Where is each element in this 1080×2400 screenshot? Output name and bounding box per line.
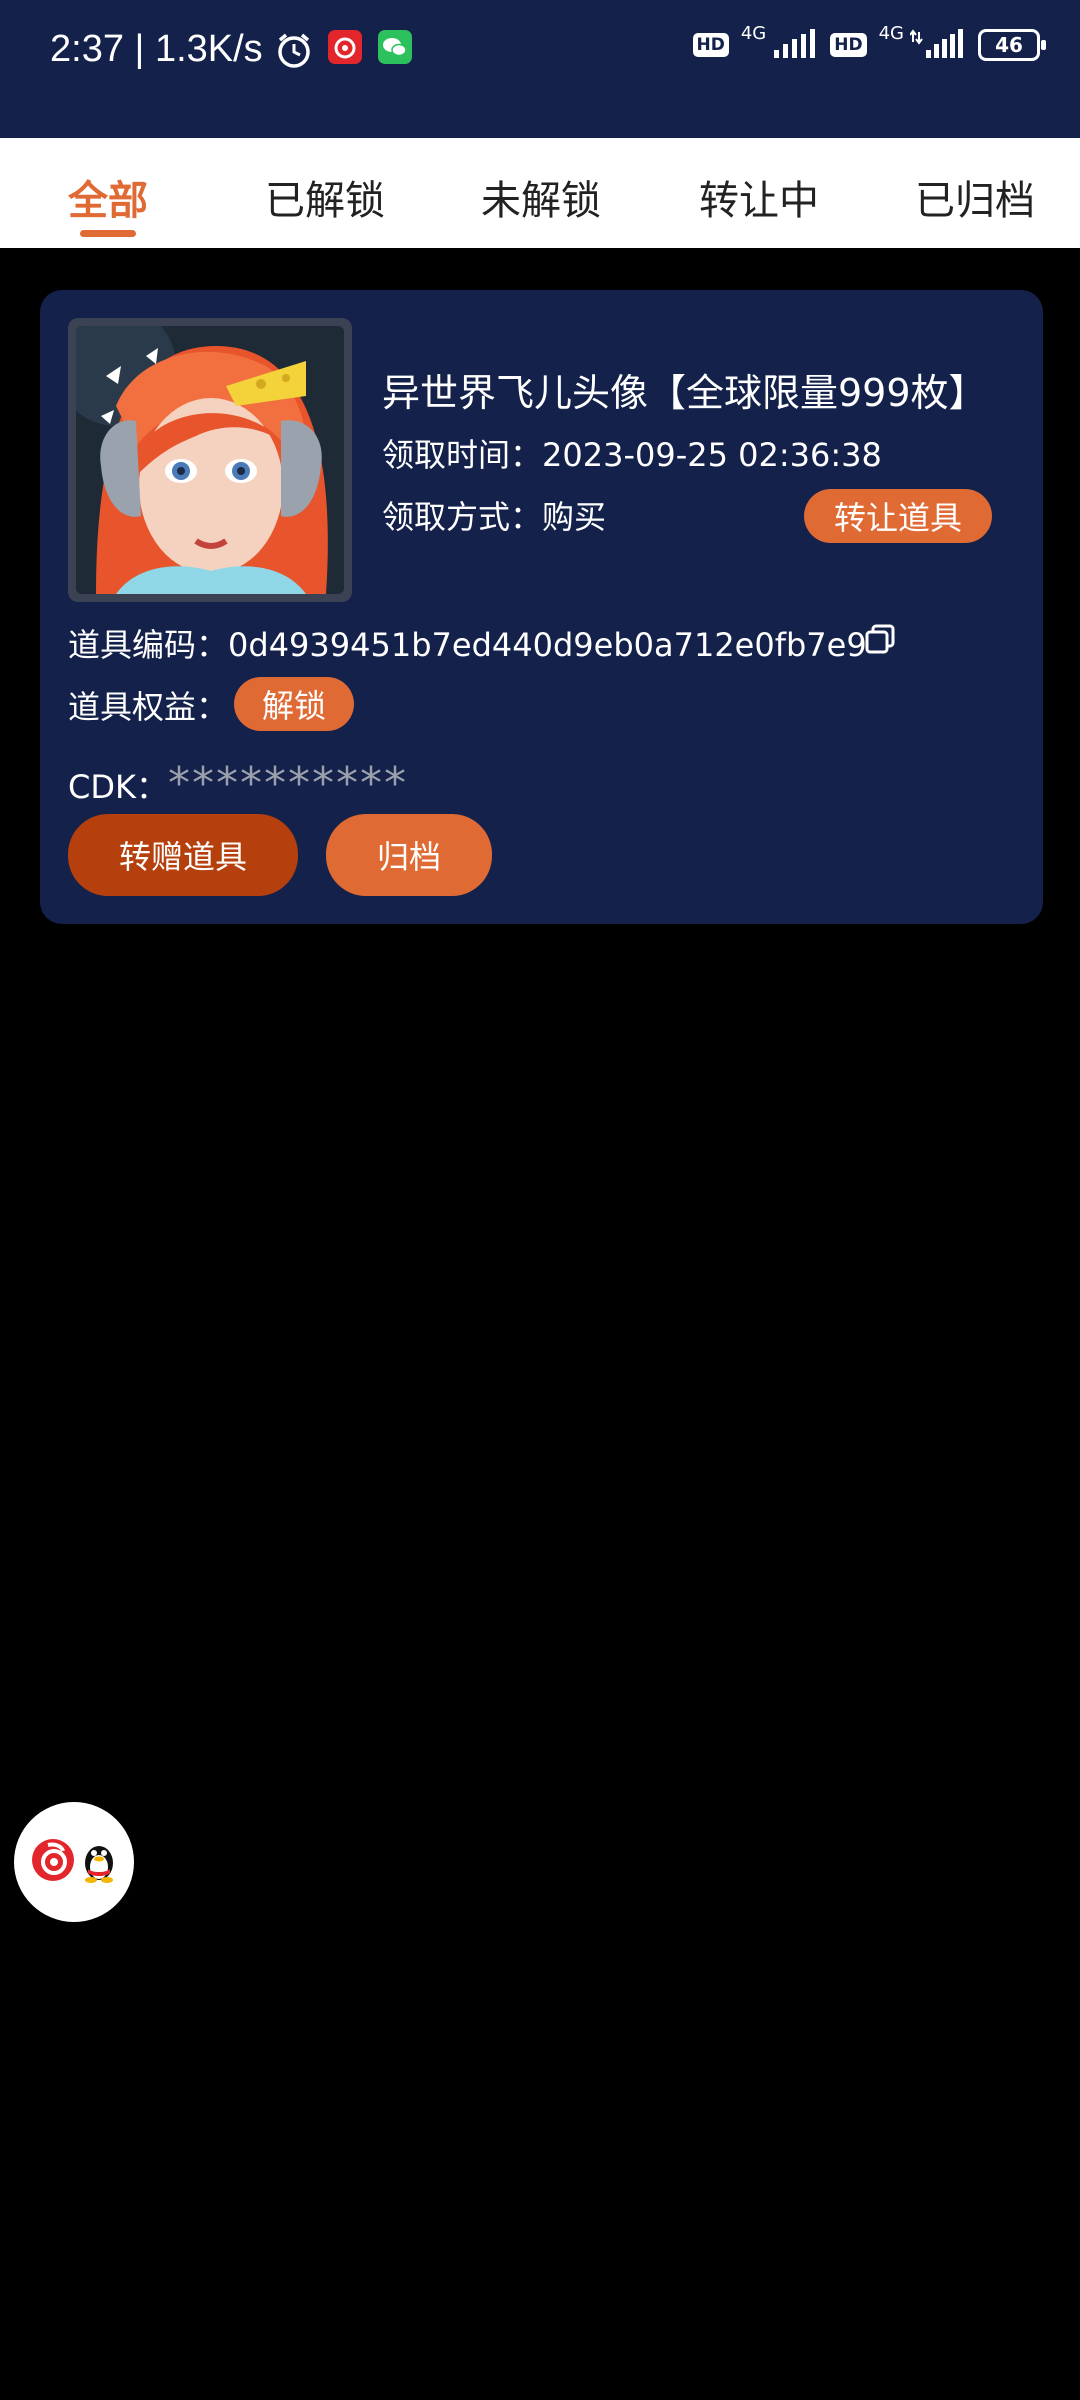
- status-bar: 2:37 | 1.3K/s HD 4G HD 4G 46: [0, 0, 1080, 138]
- status-indicators: HD 4G HD 4G 46: [692, 23, 1046, 62]
- floating-app-widget[interactable]: [14, 1802, 134, 1922]
- hd-badge-1: HD: [692, 33, 729, 57]
- cdk-row: CDK：**********: [68, 758, 408, 809]
- claim-time-row: 领取时间：2023-09-25 02:36:38: [382, 430, 882, 476]
- item-code-label: 道具编码：: [68, 626, 229, 664]
- tab-locked[interactable]: 未解锁: [481, 168, 601, 226]
- status-time: 2:37 | 1.3K/s: [50, 28, 263, 70]
- netease-music-float-icon: [30, 1837, 76, 1887]
- claim-time-label: 领取时间：: [382, 436, 543, 474]
- active-tab-indicator: [80, 230, 136, 237]
- battery-level: 46: [995, 33, 1023, 57]
- cdk-value: **********: [167, 758, 408, 809]
- archive-button[interactable]: 归档: [326, 814, 492, 896]
- network-label-1: 4G: [740, 22, 767, 44]
- tab-archived[interactable]: 已归档: [915, 168, 1035, 226]
- tab-unlocked[interactable]: 已解锁: [265, 168, 385, 226]
- filter-tabs: 全部 已解锁 未解锁 转让中 已归档: [0, 138, 1080, 248]
- claim-method-value: 购买: [542, 498, 607, 536]
- cdk-label: CDK：: [68, 768, 168, 806]
- signal-icon-1: [772, 28, 818, 62]
- transfer-item-button[interactable]: 转让道具: [804, 489, 992, 543]
- gift-item-button[interactable]: 转赠道具: [68, 814, 298, 896]
- alarm-icon: [274, 30, 314, 74]
- claim-method-row: 领取方式：购买: [382, 492, 606, 538]
- copy-icon[interactable]: [863, 622, 897, 660]
- item-avatar-image: [76, 326, 344, 594]
- tab-transferring[interactable]: 转让中: [699, 168, 819, 226]
- item-card: 异世界飞儿头像【全球限量999枚】 领取时间：2023-09-25 02:36:…: [40, 290, 1043, 924]
- signal-icon-2: [909, 28, 966, 62]
- hd-badge-2: HD: [830, 33, 867, 57]
- network-label-2: 4G: [878, 22, 904, 44]
- wechat-icon: [378, 30, 412, 68]
- unlock-badge[interactable]: 解锁: [234, 677, 354, 731]
- battery-indicator: 46: [978, 29, 1046, 61]
- qq-penguin-icon: [80, 1837, 118, 1887]
- item-benefit-label: 道具权益：: [68, 688, 229, 726]
- item-code-row: 道具编码：0d4939451b7ed440d9eb0a712e0fb7e9: [68, 620, 867, 666]
- netease-music-icon: [328, 30, 362, 68]
- tab-all[interactable]: 全部: [68, 168, 148, 226]
- claim-method-label: 领取方式：: [382, 498, 543, 536]
- item-code-value: 0d4939451b7ed440d9eb0a712e0fb7e9: [228, 626, 867, 664]
- item-image-frame: [68, 318, 352, 602]
- item-title: 异世界飞儿头像【全球限量999枚】: [382, 371, 987, 415]
- claim-time-value: 2023-09-25 02:36:38: [542, 436, 882, 474]
